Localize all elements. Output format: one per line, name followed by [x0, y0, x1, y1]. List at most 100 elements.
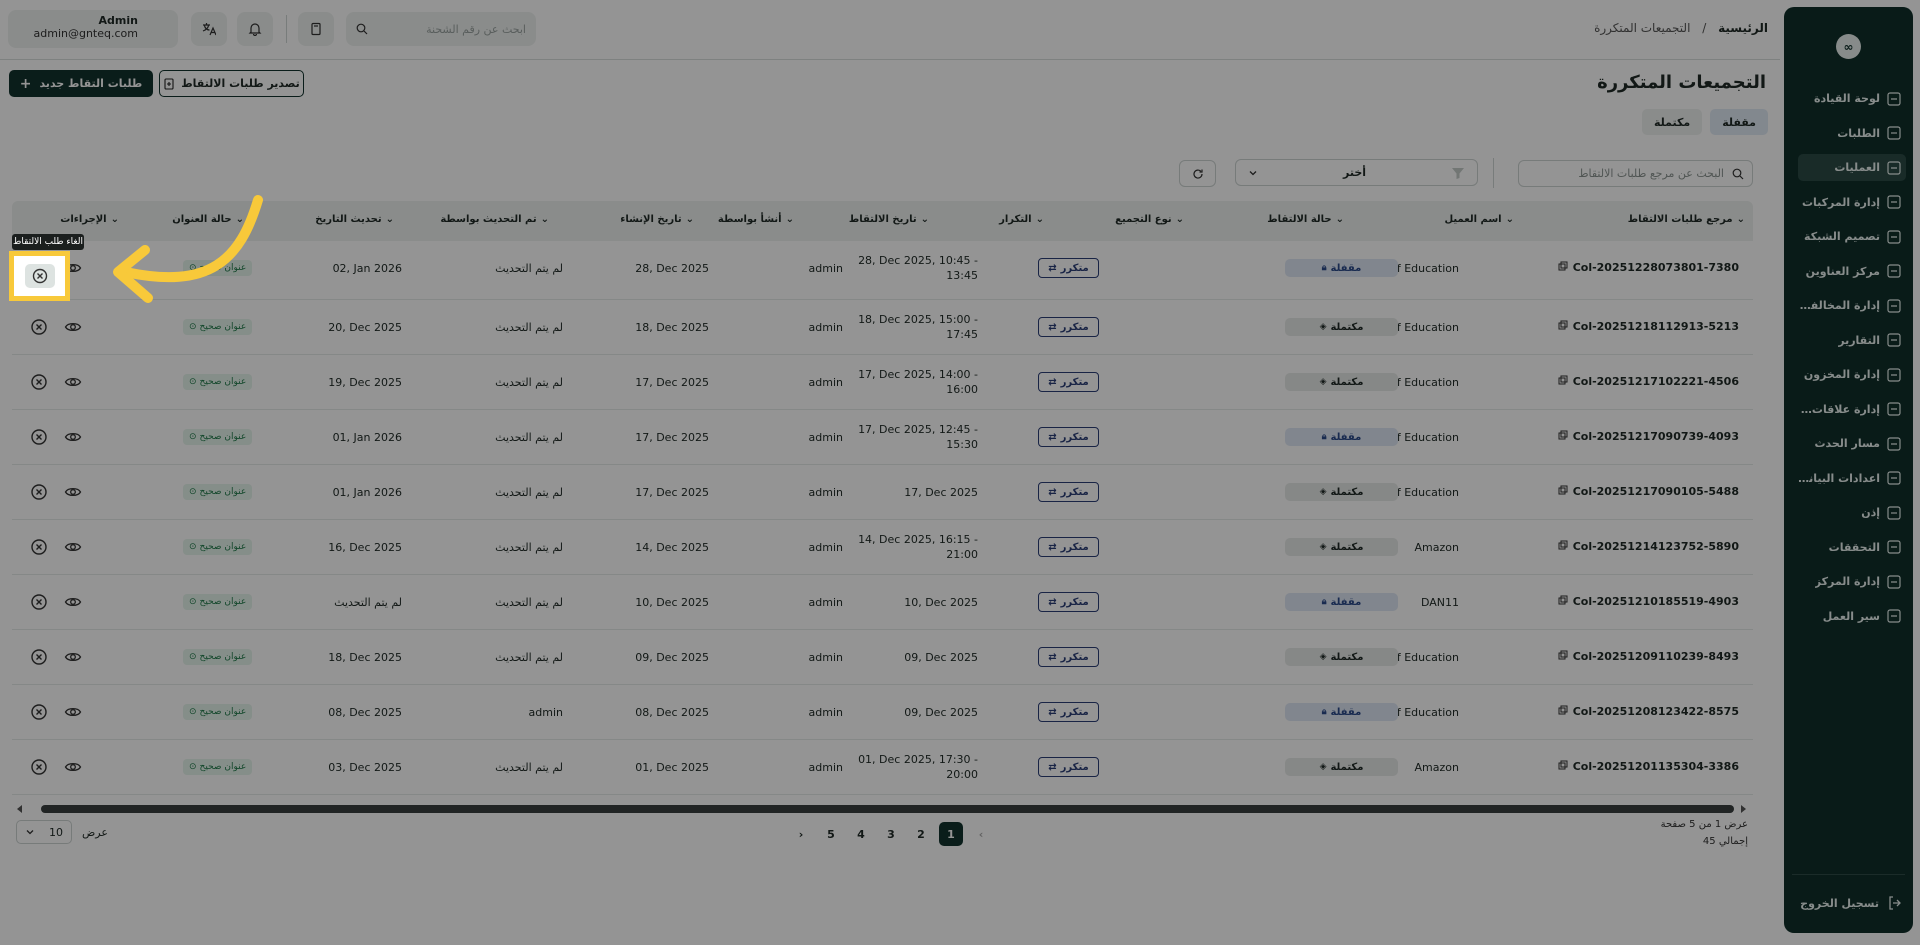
- pickup-search-input[interactable]: البحث عن مرجع طلبات الالتقاط: [1518, 160, 1753, 187]
- copy-icon[interactable]: [1558, 261, 1568, 274]
- copy-icon[interactable]: [1558, 760, 1568, 773]
- chevron-down-icon: ⌄: [1175, 214, 1184, 225]
- user-menu[interactable]: Admin admin@gnteq.com: [8, 10, 178, 48]
- column-header-label: تم التحديث بواسطة: [440, 214, 537, 225]
- copy-icon[interactable]: [1558, 375, 1568, 388]
- pickup-reference[interactable]: Col-20251218112913-5213: [1558, 320, 1739, 333]
- horizontal-scrollbar[interactable]: [15, 802, 1748, 814]
- page-size-select[interactable]: 10: [16, 820, 72, 844]
- view-button[interactable]: [64, 758, 82, 776]
- sidebar-item-6[interactable]: إدارة المخالفات: [1798, 292, 1906, 319]
- logout-button[interactable]: تسجيل الخروج: [1795, 895, 1903, 911]
- sidebar-item-15[interactable]: سير العمل: [1798, 603, 1906, 630]
- column-header[interactable]: تاريخ الإنشاء ⌄: [620, 214, 694, 225]
- pickup-reference[interactable]: Col-20251228073801-7380: [1558, 261, 1739, 274]
- column-header[interactable]: مرجع طلبات الالتقاط ⌄: [1628, 214, 1745, 225]
- filter-select[interactable]: أختر: [1235, 159, 1478, 186]
- sidebar-item-3[interactable]: إدارة المركبات: [1798, 189, 1906, 216]
- column-header[interactable]: تاريخ الالتقاط ⌄: [849, 214, 929, 225]
- sidebar-item-5[interactable]: مركز العناوين: [1798, 258, 1906, 285]
- page-3-button[interactable]: 3: [879, 822, 903, 846]
- view-button[interactable]: [64, 373, 82, 391]
- pickup-reference[interactable]: Col-20251209110239-8493: [1558, 650, 1739, 663]
- copy-icon[interactable]: [1558, 430, 1568, 443]
- export-button[interactable]: تصدير طلبات الالتقاط: [159, 70, 304, 97]
- column-header[interactable]: تحديث التاريخ ⌄: [315, 214, 394, 225]
- page-4-button[interactable]: 4: [849, 822, 873, 846]
- scroll-right-icon[interactable]: [1738, 804, 1748, 814]
- pickup-reference[interactable]: Col-20251217090739-4093: [1558, 430, 1739, 443]
- page-2-button[interactable]: 2: [909, 822, 933, 846]
- highlighted-cancel-button[interactable]: [9, 251, 70, 301]
- tab-completed[interactable]: مكتملة: [1641, 109, 1703, 135]
- pickup-reference[interactable]: Col-20251217090105-5488: [1558, 485, 1739, 498]
- pickup-reference[interactable]: Col-20251210185519-4903: [1558, 595, 1739, 608]
- sidebar-item-8[interactable]: إدارة المخزون: [1798, 361, 1906, 388]
- pickup-search-placeholder: البحث عن مرجع طلبات الالتقاط: [1578, 167, 1724, 180]
- sidebar-item-11[interactable]: اعدادات البيانات...: [1798, 465, 1906, 492]
- view-button[interactable]: [64, 318, 82, 336]
- column-header[interactable]: أنشأ بواسطة ⌄: [718, 214, 794, 225]
- copy-icon[interactable]: [1558, 705, 1568, 718]
- client-name: DAN11: [1420, 596, 1459, 609]
- notifications-button[interactable]: [237, 12, 273, 46]
- cancel-button[interactable]: [30, 373, 48, 391]
- sidebar-item-12[interactable]: إذن: [1798, 499, 1906, 526]
- sidebar-item-1[interactable]: الطلبات: [1798, 120, 1906, 147]
- page-5-button[interactable]: 5: [819, 822, 843, 846]
- scroll-left-icon[interactable]: [15, 804, 25, 814]
- cancel-button-focus[interactable]: [24, 264, 55, 288]
- copy-icon[interactable]: [1558, 540, 1568, 553]
- sidebar-item-0[interactable]: لوحة القيادة: [1798, 85, 1906, 112]
- sidebar-item-4[interactable]: تصميم الشبكة: [1798, 223, 1906, 250]
- column-header[interactable]: اسم العميل ⌄: [1444, 214, 1514, 225]
- cancel-button[interactable]: [30, 758, 48, 776]
- pickup-reference[interactable]: Col-20251214123752-5890: [1558, 540, 1739, 553]
- copy-icon[interactable]: [1558, 320, 1568, 333]
- next-page-button[interactable]: ›: [789, 822, 813, 846]
- sidebar-item-2[interactable]: العمليات: [1798, 154, 1906, 181]
- cancel-button[interactable]: [30, 428, 48, 446]
- view-button[interactable]: [64, 593, 82, 611]
- pickup-reference[interactable]: Col-20251217102221-4506: [1558, 375, 1739, 388]
- translate-button[interactable]: [191, 12, 227, 46]
- sidebar-item-7[interactable]: التقارير: [1798, 327, 1906, 354]
- cancel-button[interactable]: [30, 593, 48, 611]
- tab-closed[interactable]: مقفلة: [1710, 109, 1768, 135]
- refresh-button[interactable]: [1179, 160, 1216, 187]
- column-header[interactable]: حالة الالتقاط ⌄: [1267, 214, 1344, 225]
- sidebar-item-9[interactable]: إدارة علاقات العملاء: [1798, 396, 1906, 423]
- sidebar-item-13[interactable]: التحققات: [1798, 534, 1906, 561]
- cancel-button[interactable]: [30, 648, 48, 666]
- sidebar-item-14[interactable]: إدارة المركز: [1798, 568, 1906, 595]
- pickup-reference[interactable]: Col-20251208123422-8575: [1558, 705, 1739, 718]
- view-button[interactable]: [64, 483, 82, 501]
- book-button[interactable]: [298, 12, 334, 46]
- view-button[interactable]: [64, 703, 82, 721]
- prev-page-button[interactable]: ‹: [969, 822, 993, 846]
- view-button[interactable]: [64, 428, 82, 446]
- breadcrumb-home[interactable]: الرئيسية: [1718, 21, 1768, 35]
- address-status-badge: عنوان صحيح ⊙: [183, 374, 253, 390]
- copy-icon[interactable]: [1558, 595, 1568, 608]
- scrollbar-thumb[interactable]: [41, 805, 1734, 813]
- page-1-button[interactable]: 1: [939, 822, 963, 846]
- cancel-button[interactable]: [30, 703, 48, 721]
- updated-at: 19, Dec 2025: [328, 376, 402, 389]
- pickup-reference[interactable]: Col-20251201135304-3386: [1558, 760, 1739, 773]
- copy-icon[interactable]: [1558, 485, 1568, 498]
- sidebar-item-10[interactable]: مسار الحدث: [1798, 430, 1906, 457]
- shipment-search-input[interactable]: ابحث عن رقم الشحنة: [346, 12, 536, 46]
- column-header[interactable]: التكرار ⌄: [999, 214, 1044, 225]
- cancel-button[interactable]: [30, 483, 48, 501]
- column-header[interactable]: تم التحديث بواسطة ⌄: [440, 214, 549, 225]
- app-logo[interactable]: ∞: [1836, 34, 1861, 59]
- sidebar-item-label: لوحة القيادة: [1813, 92, 1880, 105]
- cancel-button[interactable]: [30, 538, 48, 556]
- column-header[interactable]: نوع التجميع ⌄: [1115, 214, 1184, 225]
- view-button[interactable]: [64, 538, 82, 556]
- view-button[interactable]: [64, 648, 82, 666]
- copy-icon[interactable]: [1558, 650, 1568, 663]
- new-pickup-button[interactable]: + طلبات التقاط جديد: [9, 70, 153, 97]
- cancel-button[interactable]: [30, 318, 48, 336]
